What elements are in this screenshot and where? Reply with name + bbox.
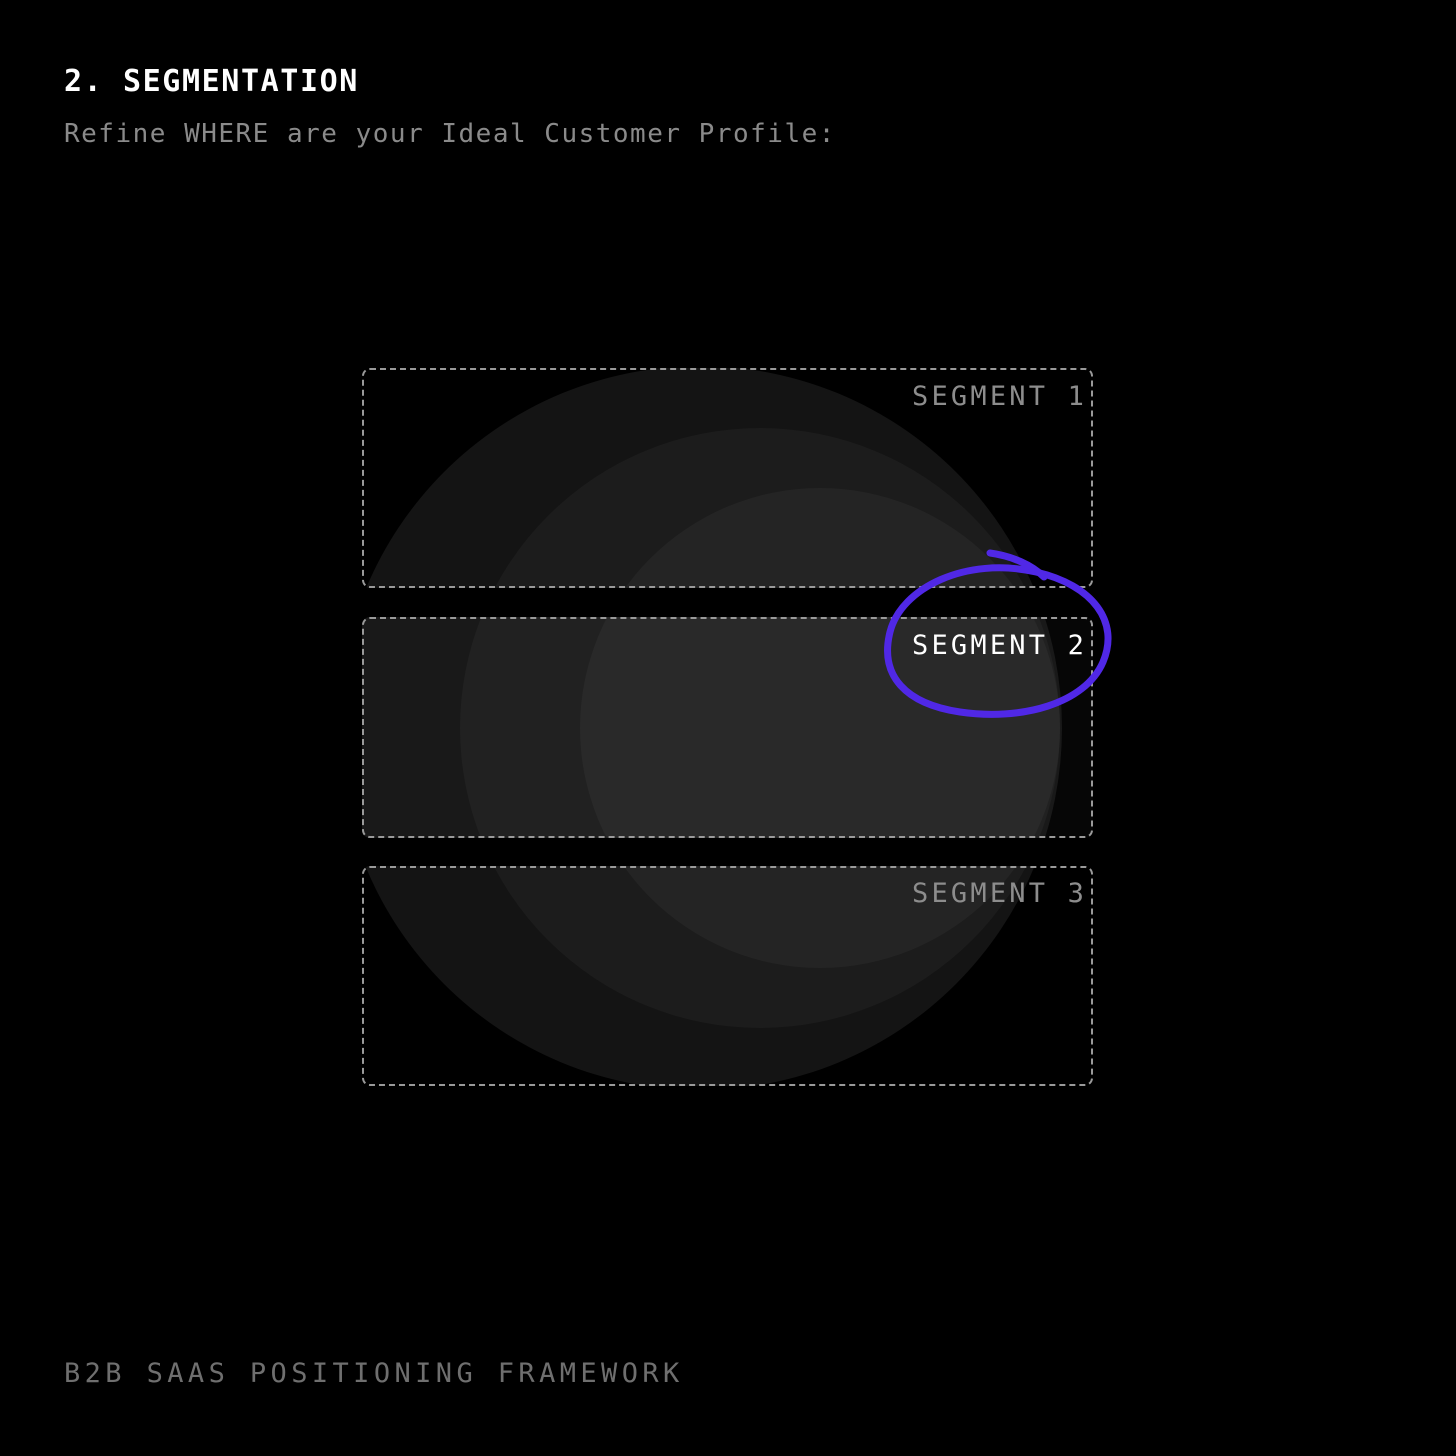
segment-label-1: SEGMENT 1 bbox=[912, 381, 1088, 412]
segment-label-2: SEGMENT 2 bbox=[912, 630, 1088, 661]
footer-brand-label: B2B SAAS POSITIONING FRAMEWORK bbox=[64, 1358, 684, 1389]
slide-canvas: 2. SEGMENTATION Refine WHERE are your Id… bbox=[0, 0, 1456, 1456]
segmentation-diagram: SEGMENT 1 SEGMENT 2 SEGMENT 3 bbox=[0, 0, 1456, 1456]
segment-label-3: SEGMENT 3 bbox=[912, 878, 1088, 909]
